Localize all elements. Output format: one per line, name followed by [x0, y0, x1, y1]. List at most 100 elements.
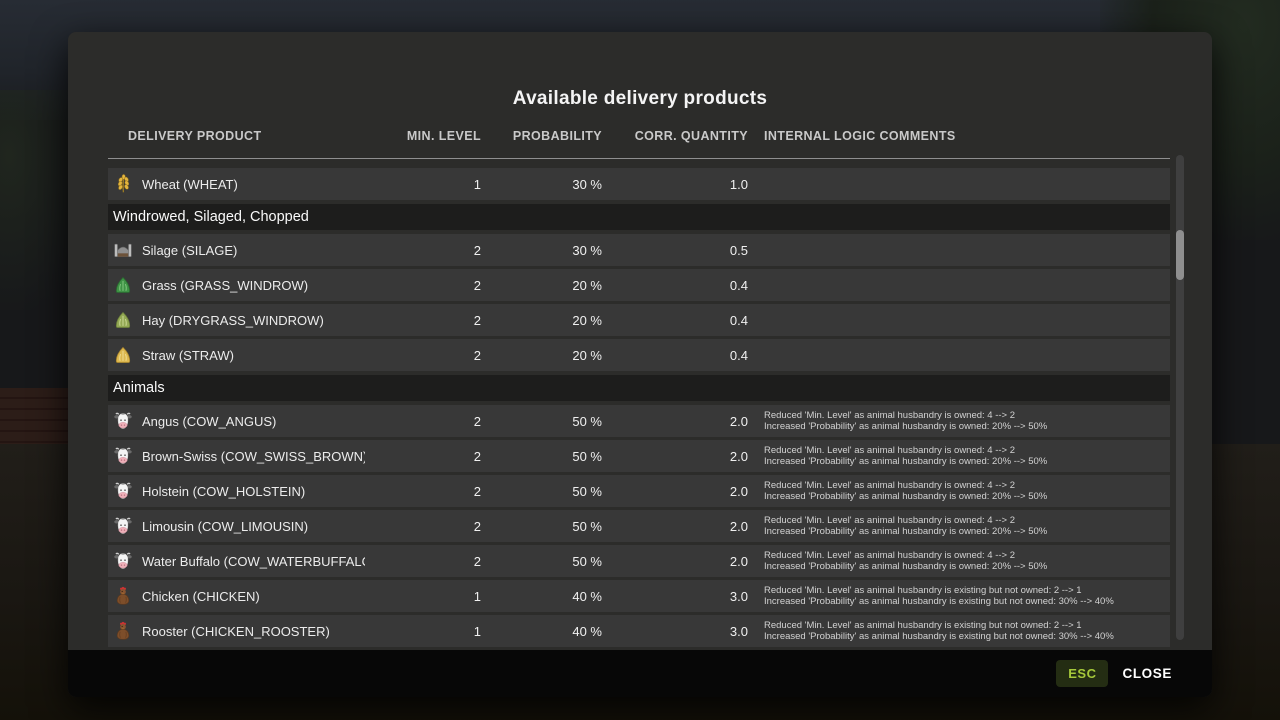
table-row[interactable]: Brown-Swiss (COW_SWISS_BROWN)250 %2.0 Red… — [108, 440, 1170, 472]
probability-value: 50 % — [481, 449, 602, 464]
logic-comments: Reduced 'Min. Level' as animal husbandry… — [748, 620, 1170, 643]
table-header-row: DELIVERY PRODUCT MIN. LEVEL PROBABILITY … — [108, 126, 1170, 159]
logic-comments: Reduced 'Min. Level' as animal husbandry… — [748, 445, 1170, 468]
min-level-value: 2 — [365, 278, 481, 293]
table-row[interactable]: Chicken (CHICKEN)140 %3.0Reduced 'Min. L… — [108, 580, 1170, 612]
corr-quantity-value: 2.0 — [602, 519, 748, 534]
cow-icon — [108, 446, 138, 466]
logic-comments: Reduced 'Min. Level' as animal husbandry… — [748, 550, 1170, 573]
scrollbar-thumb[interactable] — [1176, 230, 1184, 280]
grass-icon — [108, 275, 138, 295]
table-row[interactable]: Holstein (COW_HOLSTEIN)250 %2.0Reduced '… — [108, 475, 1170, 507]
product-name: Hay (DRYGRASS_WINDROW) — [138, 313, 365, 328]
min-level-value: 2 — [365, 414, 481, 429]
column-header-internal-logic-comments: INTERNAL LOGIC COMMENTS — [748, 129, 1170, 143]
corr-quantity-value: 2.0 — [602, 414, 748, 429]
scrollbar-track[interactable] — [1176, 155, 1184, 640]
table-row[interactable]: Wheat (WHEAT)130 %1.0 — [108, 168, 1170, 200]
section-label: Windrowed, Silaged, Chopped — [113, 209, 309, 225]
delivery-products-table: DELIVERY PRODUCT MIN. LEVEL PROBABILITY … — [108, 126, 1170, 650]
logic-comment-line: Reduced 'Min. Level' as animal husbandry… — [764, 620, 1170, 632]
product-name: Wheat (WHEAT) — [138, 177, 365, 192]
probability-value: 50 % — [481, 554, 602, 569]
logic-comment-line: Reduced 'Min. Level' as animal husbandry… — [764, 585, 1170, 597]
product-name: Chicken (CHICKEN) — [138, 589, 365, 604]
hay-icon — [108, 310, 138, 330]
probability-value: 50 % — [481, 484, 602, 499]
section-header: Windrowed, Silaged, Chopped — [108, 204, 1170, 230]
footer-bar: ESC CLOSE — [68, 650, 1212, 697]
logic-comment-line: Increased 'Probability' as animal husban… — [764, 631, 1170, 643]
probability-value: 40 % — [481, 589, 602, 604]
cow-icon — [108, 411, 138, 431]
barn-wall — [0, 388, 68, 444]
logic-comment-line: Increased 'Probability' as animal husban… — [764, 526, 1170, 538]
corr-quantity-value: 3.0 — [602, 624, 748, 639]
close-button[interactable]: CLOSE — [1122, 666, 1172, 681]
probability-value: 40 % — [481, 624, 602, 639]
table-row[interactable]: Silage (SILAGE)230 %0.5 — [108, 234, 1170, 266]
logic-comment-line: Reduced 'Min. Level' as animal husbandry… — [764, 480, 1170, 492]
probability-value: 20 % — [481, 348, 602, 363]
probability-value: 50 % — [481, 414, 602, 429]
wheat-icon — [108, 174, 138, 194]
logic-comment-line: Increased 'Probability' as animal husban… — [764, 596, 1170, 608]
cow-icon — [108, 516, 138, 536]
table-row[interactable]: Rooster (CHICKEN_ROOSTER)140 %3.0Reduced… — [108, 615, 1170, 647]
product-name: Angus (COW_ANGUS) — [138, 414, 365, 429]
logic-comment-line: Reduced 'Min. Level' as animal husbandry… — [764, 515, 1170, 527]
probability-value: 20 % — [481, 313, 602, 328]
logic-comment-line: Increased 'Probability' as animal husban… — [764, 456, 1170, 468]
table-row[interactable]: Angus (COW_ANGUS)250 %2.0 Reduced 'Min. L… — [108, 405, 1170, 437]
product-name: Brown-Swiss (COW_SWISS_BROWN) — [138, 449, 365, 464]
cow-icon — [108, 551, 138, 571]
straw-icon — [108, 345, 138, 365]
page-title: Available delivery products — [68, 88, 1212, 110]
min-level-value: 1 — [365, 624, 481, 639]
section-header: Animals — [108, 375, 1170, 401]
min-level-value: 2 — [365, 519, 481, 534]
table-row[interactable]: Hay (DRYGRASS_WINDROW)220 %0.4 — [108, 304, 1170, 336]
table-row[interactable]: Limousin (COW_LIMOUSIN)250 %2.0Reduced '… — [108, 510, 1170, 542]
esc-key-button[interactable]: ESC — [1056, 660, 1108, 687]
column-header-delivery-product: DELIVERY PRODUCT — [108, 129, 365, 143]
table-row[interactable]: Grass (GRASS_WINDROW)220 %0.4 — [108, 269, 1170, 301]
logic-comment-line: Increased 'Probability' as animal husban… — [764, 421, 1170, 433]
min-level-value: 2 — [365, 449, 481, 464]
logic-comments: Reduced 'Min. Level' as animal husbandry… — [748, 585, 1170, 608]
logic-comment-line: Reduced 'Min. Level' as animal husbandry… — [764, 550, 1170, 562]
logic-comment-line: Reduced 'Min. Level' as animal husbandry… — [764, 410, 1170, 422]
probability-value: 20 % — [481, 278, 602, 293]
corr-quantity-value: 3.0 — [602, 589, 748, 604]
product-name: Straw (STRAW) — [138, 348, 365, 363]
column-header-corr-quantity: CORR. QUANTITY — [602, 129, 748, 143]
corr-quantity-value: 1.0 — [602, 177, 748, 192]
product-name: Water Buffalo (COW_WATERBUFFALO) — [138, 554, 365, 569]
column-header-min-level: MIN. LEVEL — [365, 129, 481, 143]
product-name: Holstein (COW_HOLSTEIN) — [138, 484, 365, 499]
logic-comments: Reduced 'Min. Level' as animal husbandry… — [748, 410, 1170, 433]
min-level-value: 2 — [365, 243, 481, 258]
min-level-value: 1 — [365, 177, 481, 192]
chicken-icon — [108, 621, 138, 641]
min-level-value: 2 — [365, 554, 481, 569]
product-name: Limousin (COW_LIMOUSIN) — [138, 519, 365, 534]
min-level-value: 2 — [365, 348, 481, 363]
min-level-value: 2 — [365, 313, 481, 328]
logic-comment-line: Reduced 'Min. Level' as animal husbandry… — [764, 445, 1170, 457]
corr-quantity-value: 0.4 — [602, 313, 748, 328]
corr-quantity-value: 2.0 — [602, 449, 748, 464]
corr-quantity-value: 2.0 — [602, 484, 748, 499]
chicken-icon — [108, 586, 138, 606]
logic-comment-line: Increased 'Probability' as animal husban… — [764, 491, 1170, 503]
corr-quantity-value: 0.4 — [602, 348, 748, 363]
product-name: Grass (GRASS_WINDROW) — [138, 278, 365, 293]
table-row[interactable]: Water Buffalo (COW_WATERBUFFALO)250 %2.0… — [108, 545, 1170, 577]
table-row[interactable]: Straw (STRAW)220 %0.4 — [108, 339, 1170, 371]
corr-quantity-value: 2.0 — [602, 554, 748, 569]
probability-value: 30 % — [481, 243, 602, 258]
product-name: Silage (SILAGE) — [138, 243, 365, 258]
corr-quantity-value: 0.4 — [602, 278, 748, 293]
corr-quantity-value: 0.5 — [602, 243, 748, 258]
cow-icon — [108, 481, 138, 501]
